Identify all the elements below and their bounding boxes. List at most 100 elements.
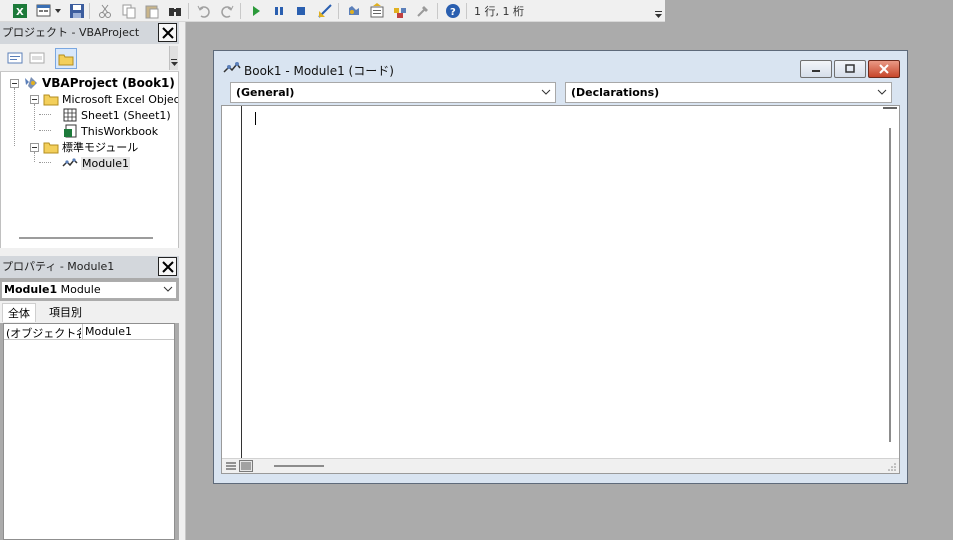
code-window-title: Book1 - Module1 (コード)	[244, 64, 394, 78]
folder-icon	[43, 91, 59, 107]
chevron-down-icon	[877, 89, 887, 95]
minimize-button[interactable]	[800, 60, 832, 78]
toolbox-icon[interactable]	[414, 2, 431, 19]
properties-panel-title: プロパティ - Module1	[2, 260, 115, 273]
chevron-down-icon	[163, 286, 173, 292]
insert-userform-icon[interactable]	[35, 2, 52, 19]
property-value[interactable]: Module1	[85, 325, 132, 338]
paste-icon[interactable]	[143, 2, 160, 19]
module-icon	[62, 155, 78, 171]
close-icon	[161, 26, 174, 39]
project-panel-toolbar	[0, 44, 179, 72]
close-button[interactable]	[868, 60, 900, 78]
procedure-view-icon	[226, 462, 236, 470]
undo-icon[interactable]	[195, 2, 212, 19]
sheet-icon	[62, 107, 78, 123]
scroll-thumb[interactable]	[889, 128, 891, 442]
tree-item-sheet1[interactable]: Sheet1 (Sheet1)	[62, 107, 171, 123]
project-tree: VBAProject (Book1) Microsoft Excel Objec…	[0, 72, 179, 248]
tree-item-vbaproject[interactable]: VBAProject (Book1)	[23, 75, 175, 91]
view-code-icon[interactable]	[6, 49, 23, 66]
toolbar-separator	[338, 3, 339, 19]
vbaproject-icon	[23, 75, 39, 91]
chevron-down-icon	[541, 89, 551, 95]
help-icon[interactable]: ?	[444, 2, 461, 19]
excel-icon[interactable]: X	[11, 2, 28, 19]
copy-icon[interactable]	[120, 2, 137, 19]
project-panel-close-button[interactable]	[158, 23, 177, 42]
code-editor[interactable]	[221, 105, 900, 474]
cursor-position-text: 1 行, 1 桁	[474, 5, 524, 18]
properties-grid: (オブジェクト名) Module1	[3, 323, 175, 540]
object-select[interactable]: (General)	[230, 82, 556, 103]
tab-alphabetic[interactable]: 全体	[2, 303, 36, 322]
redo-icon[interactable]	[218, 2, 235, 19]
break-icon[interactable]	[270, 2, 287, 19]
run-icon[interactable]	[247, 2, 264, 19]
close-icon	[879, 64, 889, 74]
properties-panel-titlebar: プロパティ - Module1	[0, 256, 179, 278]
panel-splitter[interactable]	[0, 248, 179, 256]
code-window-bottom-bar	[222, 458, 899, 473]
margin-indicator-bar[interactable]	[222, 106, 242, 458]
project-panel-title: プロジェクト - VBAProject	[2, 26, 140, 39]
toolbar-separator	[240, 3, 241, 19]
maximize-icon	[845, 64, 855, 73]
maximize-button[interactable]	[834, 60, 866, 78]
toolbar-separator	[188, 3, 189, 19]
toolbar-options-icon[interactable]	[654, 6, 663, 20]
project-tree-scrollbar[interactable]	[19, 237, 153, 239]
view-object-icon[interactable]	[28, 49, 45, 66]
scroll-up-icon[interactable]	[883, 107, 897, 113]
toolbar-separator	[89, 3, 90, 19]
property-row[interactable]: (オブジェクト名) Module1	[4, 324, 174, 340]
tab-categorized[interactable]: 項目別	[44, 303, 87, 322]
tree-line	[39, 114, 51, 115]
tree-item-excel-objects[interactable]: Microsoft Excel Objects	[43, 91, 178, 107]
procedure-select[interactable]: (Declarations)	[565, 82, 892, 103]
properties-tabs: 全体 項目別	[0, 301, 179, 323]
module-icon	[223, 61, 241, 80]
object-browser-icon[interactable]	[391, 2, 408, 19]
tree-expander-root[interactable]	[10, 79, 19, 88]
folder-icon	[58, 54, 74, 65]
project-panel-titlebar: プロジェクト - VBAProject	[0, 22, 179, 44]
property-divider	[82, 324, 83, 340]
dropdown-icon[interactable]	[53, 2, 63, 19]
tree-item-modules-folder[interactable]: 標準モジュール	[43, 139, 138, 155]
vertical-scrollbar[interactable]	[882, 106, 899, 458]
properties-window-icon[interactable]	[368, 2, 385, 19]
text-caret	[255, 112, 256, 125]
minimize-icon	[812, 70, 820, 72]
project-explorer-icon[interactable]	[345, 2, 362, 19]
properties-panel-close-button[interactable]	[158, 257, 177, 276]
project-toolbar-grip[interactable]	[169, 46, 178, 70]
horizontal-scroll-thumb[interactable]	[274, 465, 324, 467]
tree-line	[34, 104, 35, 130]
tree-item-thisworkbook[interactable]: ThisWorkbook	[62, 123, 158, 139]
tree-item-module1[interactable]: Module1	[62, 155, 130, 171]
tree-line	[34, 152, 35, 162]
find-icon[interactable]	[166, 2, 183, 19]
procedure-view-button[interactable]	[224, 460, 238, 472]
full-module-view-button[interactable]	[239, 460, 253, 472]
svg-text:?: ?	[450, 7, 456, 18]
close-icon	[161, 260, 174, 273]
tree-line	[14, 88, 15, 146]
toolbar-separator	[437, 3, 438, 19]
save-icon[interactable]	[68, 2, 85, 19]
tree-line	[39, 162, 51, 163]
tree-expander-modules[interactable]	[30, 143, 39, 152]
resize-grip-icon[interactable]	[887, 462, 897, 472]
properties-object-select[interactable]: Module1 Module	[1, 281, 177, 299]
toggle-folders-button[interactable]	[55, 48, 77, 69]
standard-toolbar: X ? 1 行, 1 桁	[0, 0, 665, 22]
cut-icon[interactable]	[96, 2, 113, 19]
tree-expander-excel-objects[interactable]	[30, 95, 39, 104]
design-mode-icon[interactable]	[316, 2, 333, 19]
workbook-icon	[62, 123, 78, 139]
reset-icon[interactable]	[292, 2, 309, 19]
toolbar-separator	[466, 3, 467, 19]
svg-text:X: X	[16, 7, 24, 18]
dock-border	[179, 22, 186, 540]
